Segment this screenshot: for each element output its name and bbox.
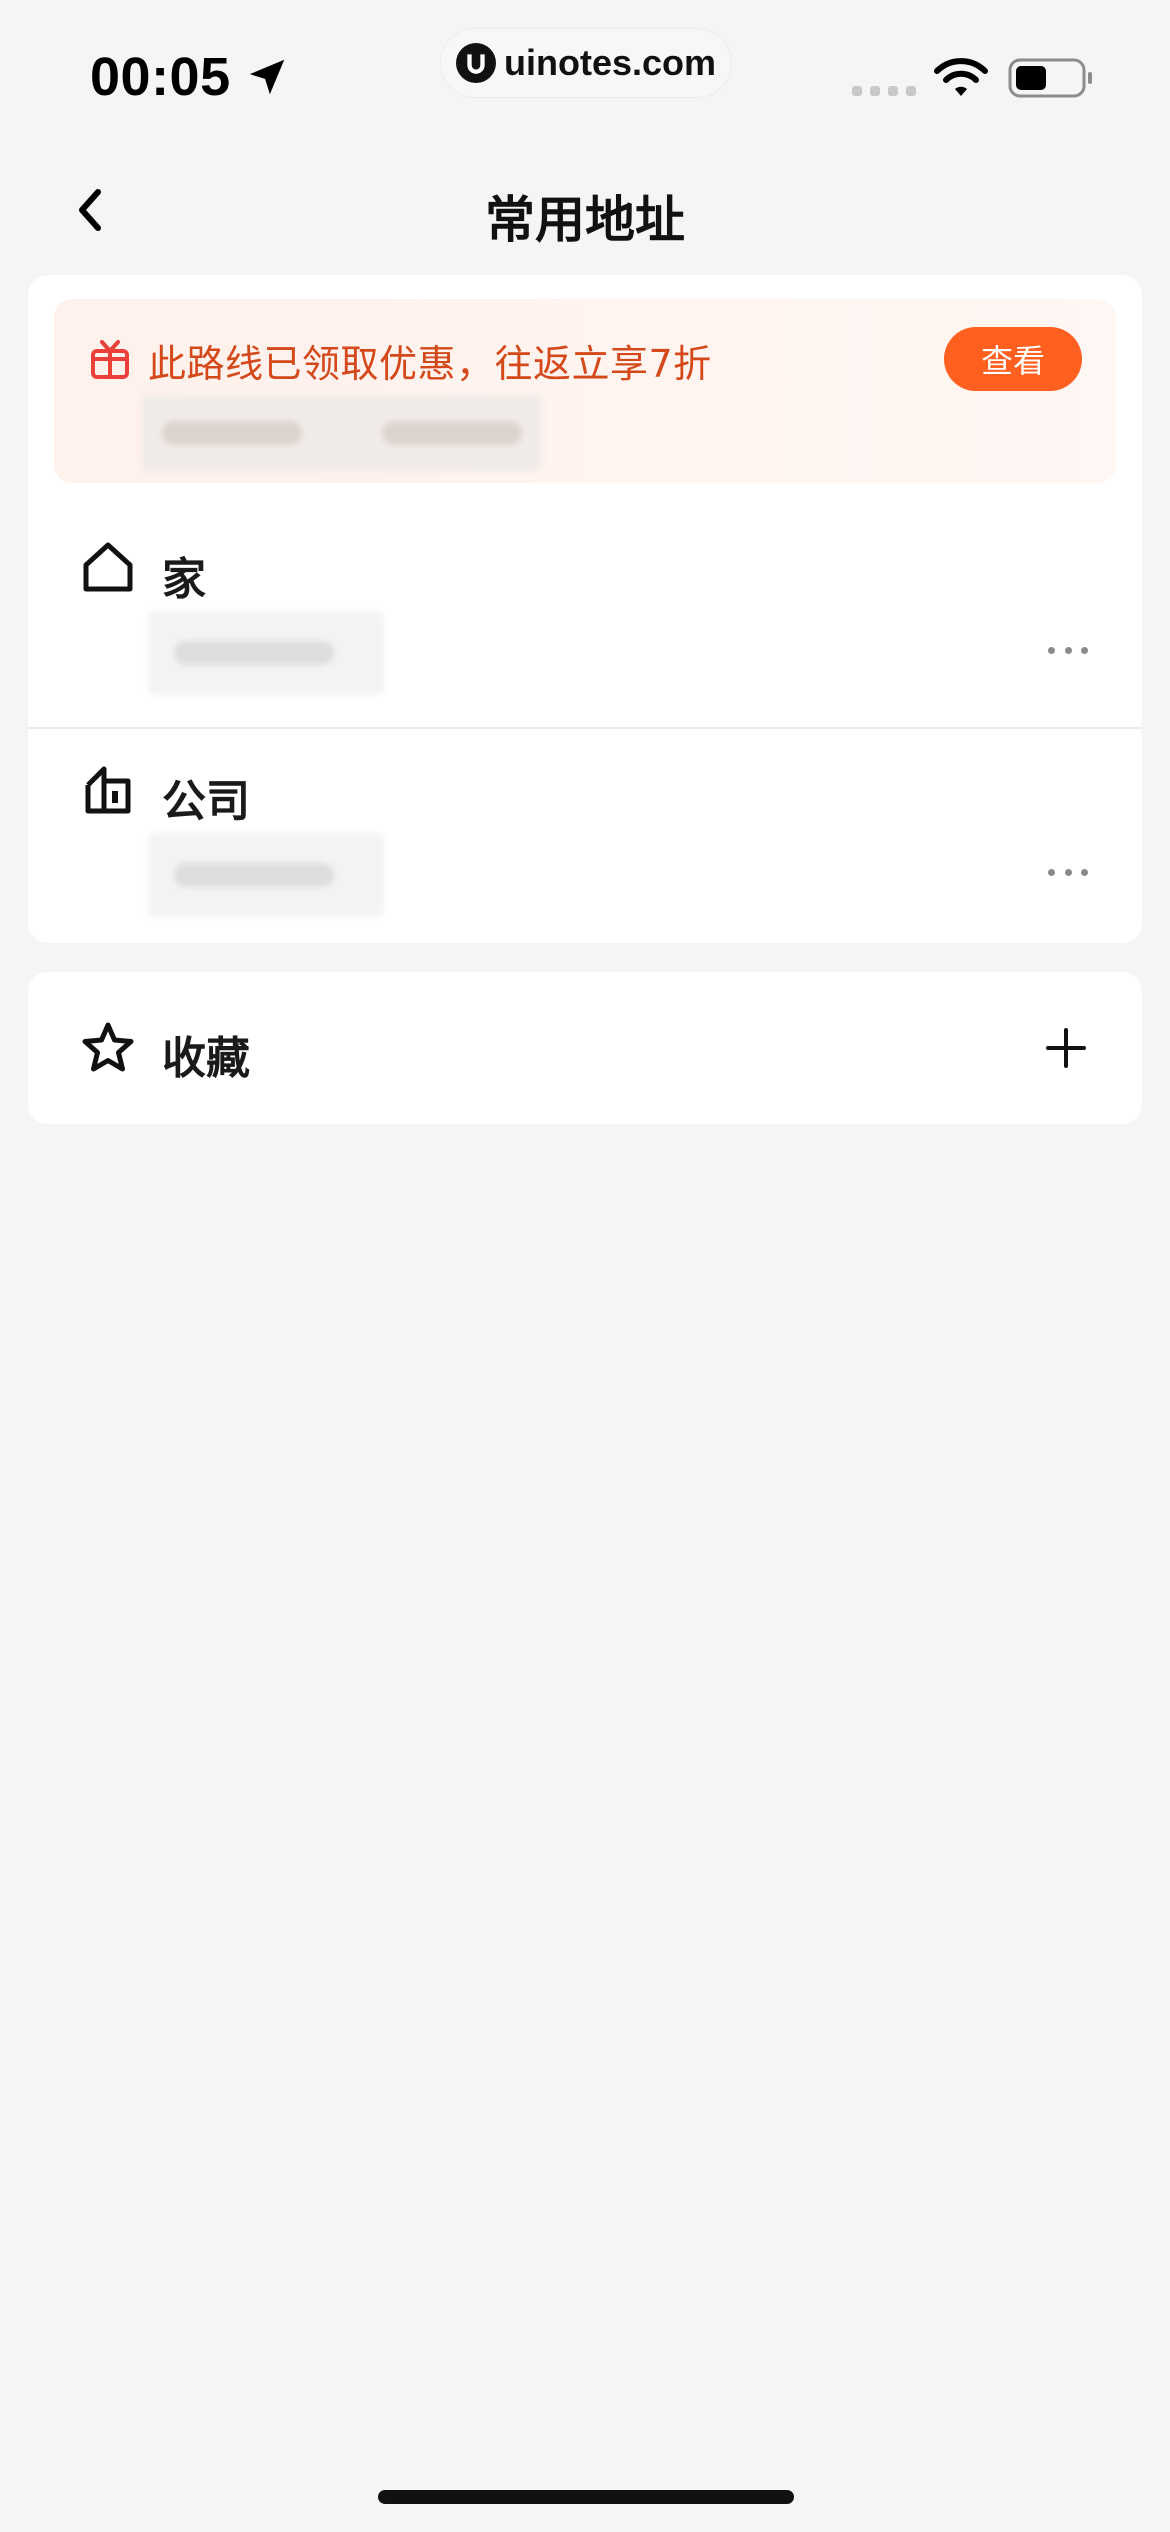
address-label: 家	[162, 554, 206, 605]
home-indicator	[378, 2490, 794, 2504]
view-button[interactable]: 查看	[944, 327, 1082, 391]
address-detail-blurred	[148, 611, 384, 695]
address-row-company[interactable]: 公司	[28, 727, 1142, 945]
company-icon	[85, 766, 131, 814]
gift-icon	[91, 340, 129, 379]
favorites-label: 收藏	[162, 1033, 250, 1084]
home-icon	[83, 542, 133, 592]
watermark-text: uinotes.com	[503, 42, 717, 83]
address-label: 公司	[162, 776, 250, 827]
address-detail-blurred	[148, 833, 384, 917]
wifi-icon	[934, 58, 988, 96]
common-addresses-page: 00:05 uinotes.com 常用地址 此路线已领取优惠，往返立享7折 查…	[0, 0, 1170, 2532]
favorites-card[interactable]: 收藏	[28, 972, 1142, 1124]
address-row-home[interactable]: 家	[28, 505, 1142, 723]
page-title: 常用地址	[485, 191, 685, 249]
status-bar: 00:05 uinotes.com	[0, 0, 1170, 140]
battery-icon	[1008, 58, 1092, 98]
watermark-badge: uinotes.com	[440, 28, 732, 98]
address-card: 此路线已领取优惠，往返立享7折 查看 家 公司	[28, 275, 1142, 943]
more-options-icon[interactable]	[1048, 867, 1088, 877]
more-options-icon[interactable]	[1048, 645, 1088, 655]
nav-bar: 常用地址	[0, 150, 1170, 270]
plus-icon[interactable]	[1040, 1022, 1092, 1074]
cellular-signal-icon	[852, 86, 916, 96]
location-arrow-icon	[249, 59, 285, 95]
promo-route-blurred	[142, 395, 542, 471]
star-icon	[82, 1022, 134, 1072]
promo-text: 此路线已领取优惠，往返立享7折	[148, 342, 712, 386]
watermark-logo-icon	[455, 43, 496, 83]
status-time: 00:05	[90, 47, 231, 107]
promo-banner[interactable]: 此路线已领取优惠，往返立享7折 查看	[54, 299, 1116, 483]
